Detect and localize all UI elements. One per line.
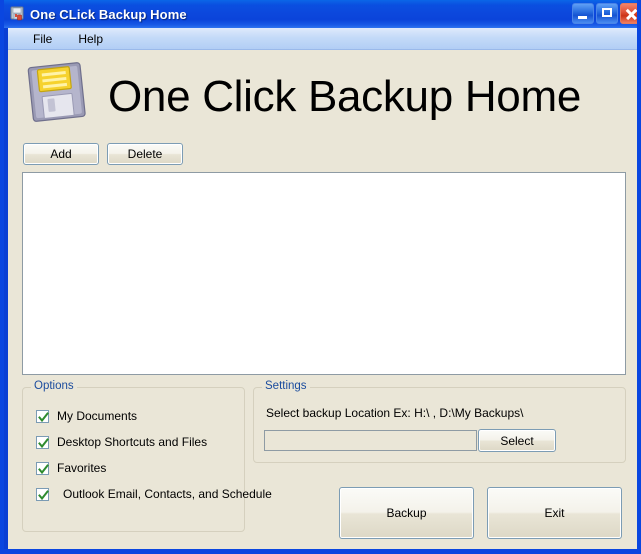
page-title: One Click Backup Home [108,72,581,121]
close-button[interactable] [620,3,637,24]
minimize-button[interactable] [572,3,594,24]
exit-button[interactable]: Exit [487,487,622,539]
floppy-disk-icon [23,59,91,131]
window-controls [572,3,637,24]
checkbox-outlook[interactable]: Outlook Email, Contacts, and Schedule [36,488,272,501]
settings-group-title: Settings [262,380,310,392]
maximize-button[interactable] [596,3,618,24]
menu-bar: File Help [8,28,637,50]
settings-group: Settings Select backup Location Ex: H:\ … [253,380,626,463]
backup-items-list[interactable] [22,172,626,375]
checkmark-icon [36,488,49,501]
checkbox-favorites[interactable]: Favorites [36,462,106,475]
app-floppy-icon [8,5,26,23]
menu-item-file[interactable]: File [24,30,61,48]
checkmark-icon [36,462,49,475]
backup-path-input[interactable] [264,430,477,451]
checkbox-label: Outlook Email, Contacts, and Schedule [63,487,272,501]
checkmark-icon [36,410,49,423]
checkbox-label: My Documents [57,409,138,423]
checkbox-label: Favorites [57,461,107,475]
select-button[interactable]: Select [478,429,556,452]
checkbox-desktop-shortcuts[interactable]: Desktop Shortcuts and Files [36,436,207,449]
checkbox-label: Desktop Shortcuts and Files [57,435,208,449]
window-title: One CLick Backup Home [30,6,187,22]
checkmark-icon [36,436,49,449]
backup-button[interactable]: Backup [339,487,474,539]
options-group: Options My Documents Desktop Shortcuts a… [22,380,272,532]
add-button[interactable]: Add [23,143,99,165]
menu-item-help[interactable]: Help [69,30,112,48]
application-window: One CLick Backup Home File Help One Clic… [0,0,641,554]
checkbox-my-documents[interactable]: My Documents [36,410,137,423]
options-group-title: Options [31,380,77,392]
title-bar: One CLick Backup Home [4,0,637,28]
client-area: One Click Backup Home Add Delete Options… [8,50,637,549]
backup-location-hint: Select backup Location Ex: H:\ , D:\My B… [266,406,524,420]
delete-button[interactable]: Delete [107,143,183,165]
